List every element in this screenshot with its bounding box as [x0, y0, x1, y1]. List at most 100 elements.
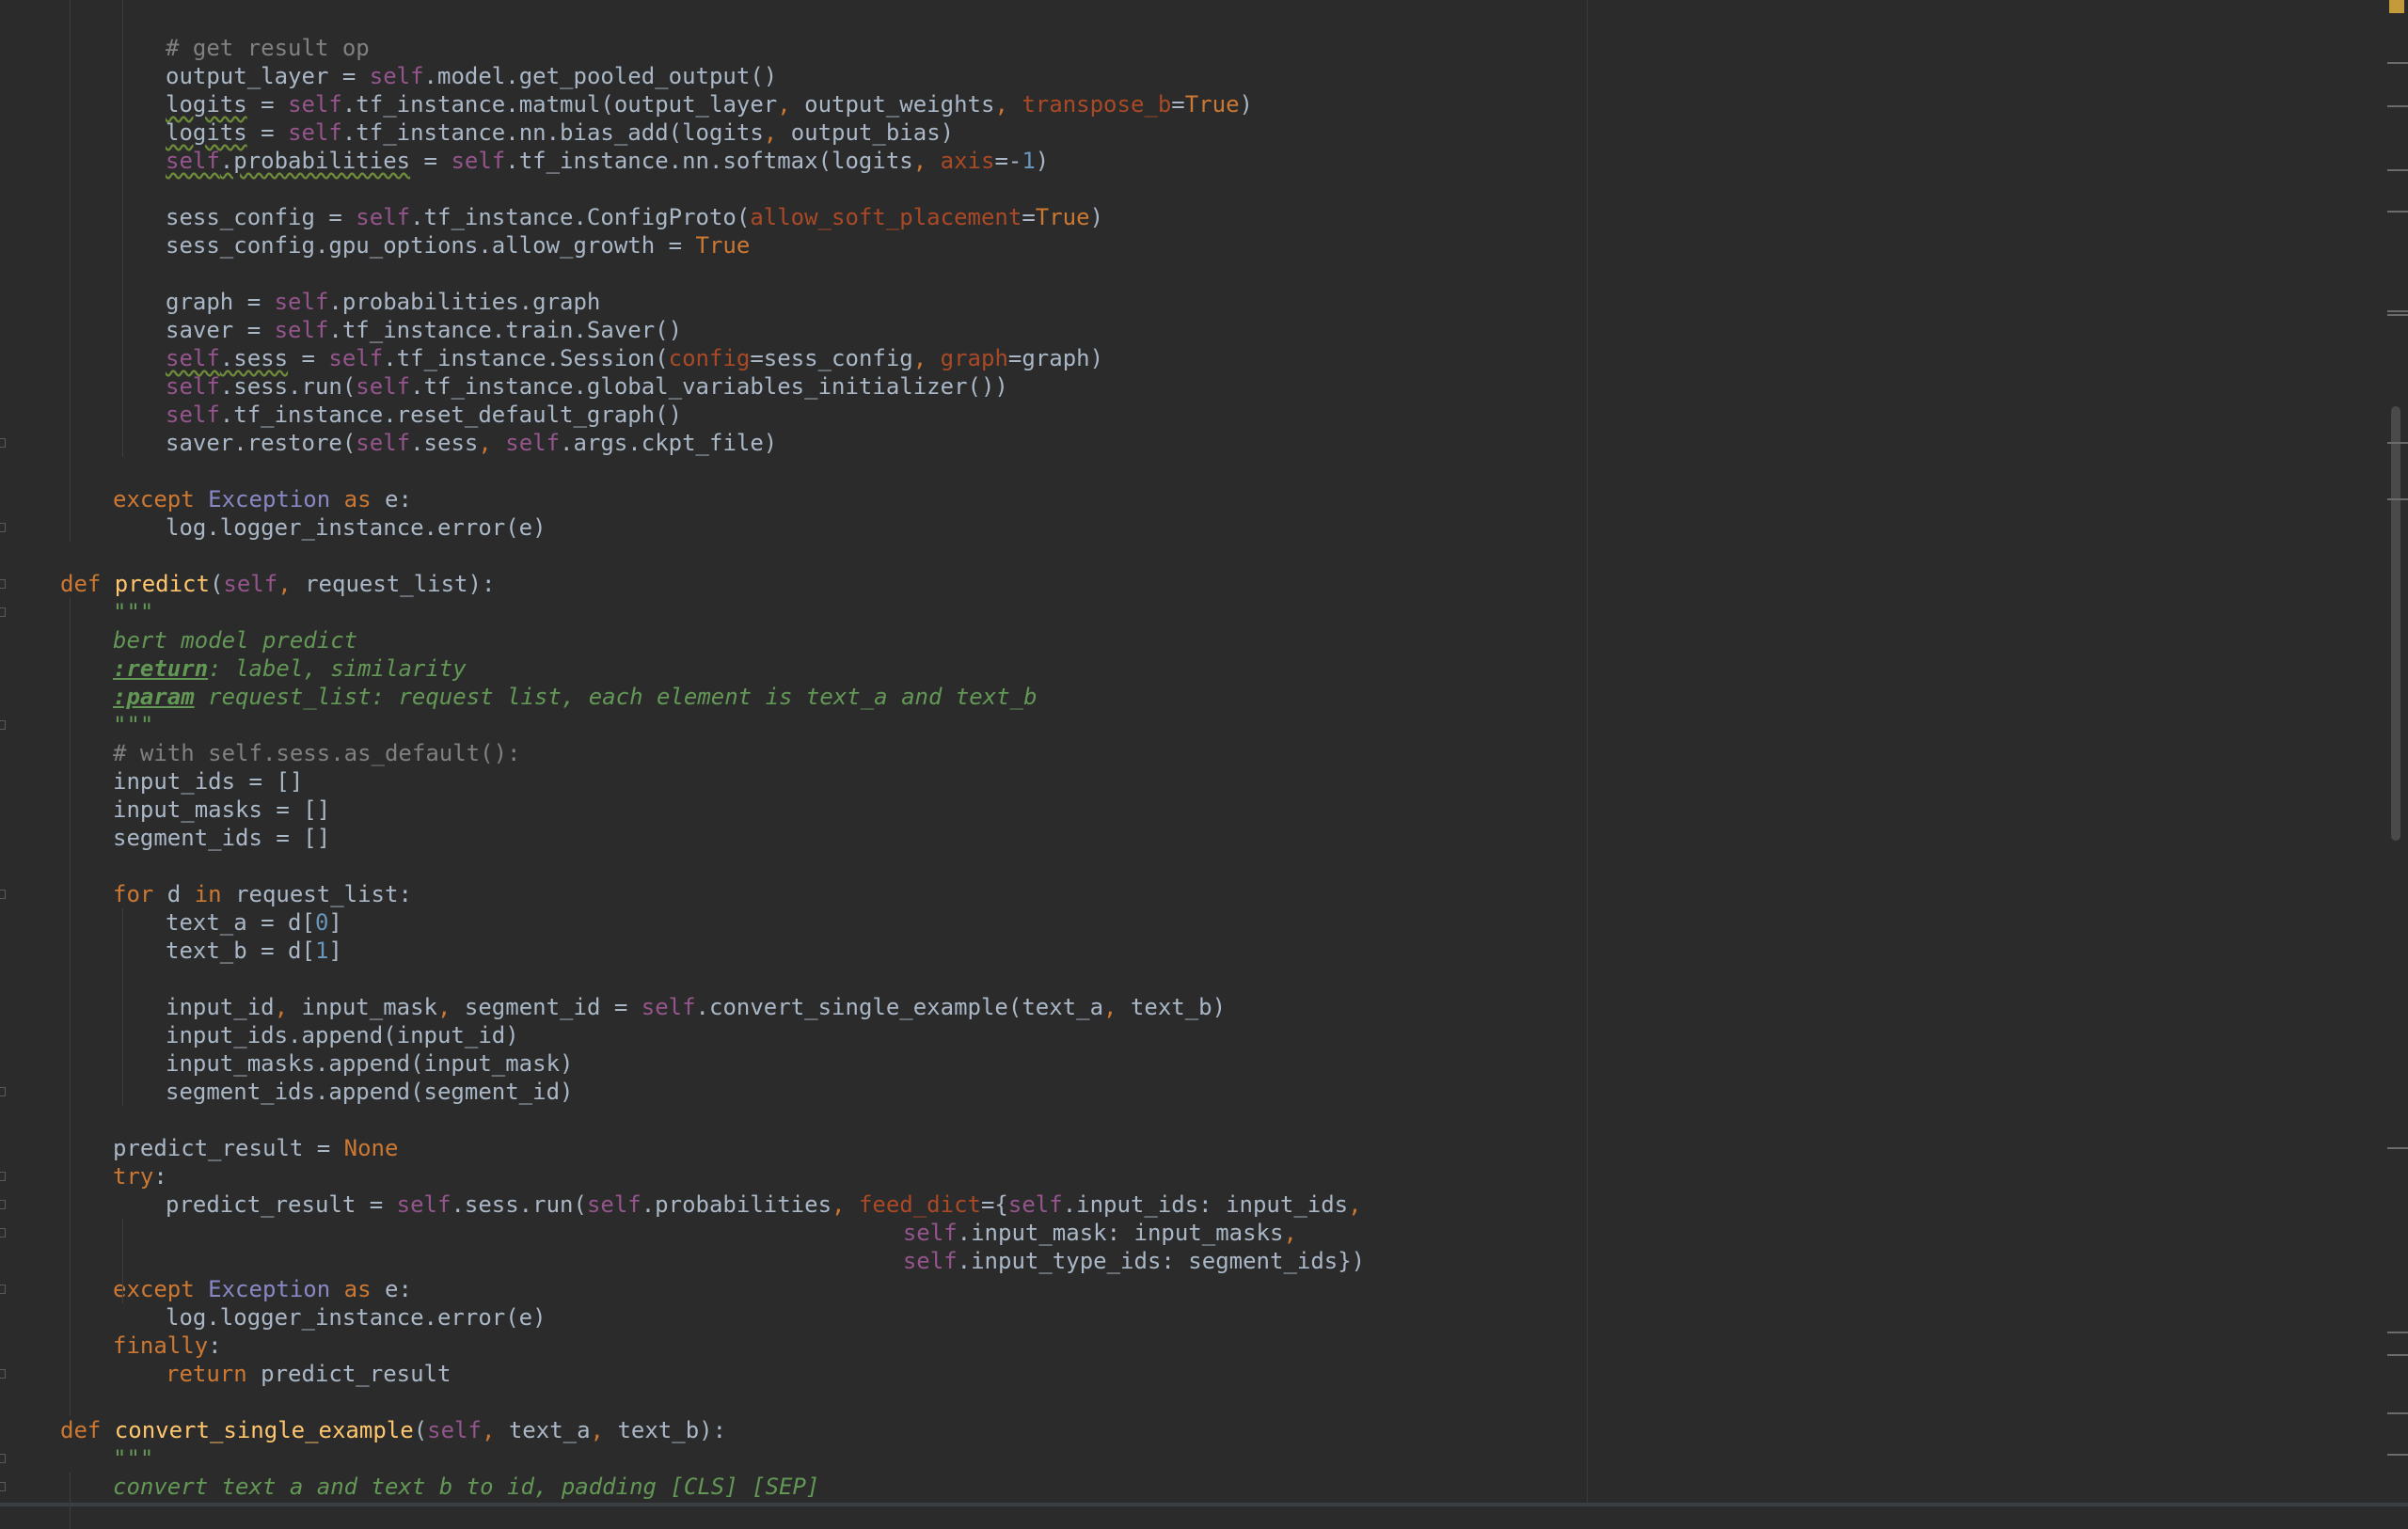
- code-line[interactable]: """: [113, 711, 153, 739]
- fold-marker-icon[interactable]: [0, 1482, 6, 1491]
- code-line[interactable]: predict_result = self.sess.run(self.prob…: [166, 1190, 1362, 1219]
- fold-marker-icon[interactable]: [0, 890, 6, 899]
- code-token: .sess: [410, 430, 479, 456]
- scrollbar-marker[interactable]: [2387, 211, 2408, 213]
- scrollbar-marker[interactable]: [2387, 1332, 2408, 1333]
- code-line[interactable]: sess_config = self.tf_instance.ConfigPro…: [166, 203, 1103, 231]
- scrollbar-marker[interactable]: [2387, 314, 2408, 316]
- code-line[interactable]: sess_config.gpu_options.allow_growth = T…: [166, 231, 750, 260]
- code-token: ]: [328, 909, 342, 936]
- code-token: =: [1022, 204, 1036, 230]
- code-line[interactable]: except Exception as e:: [113, 1275, 412, 1303]
- code-token: ,: [481, 1417, 496, 1443]
- fold-marker-icon[interactable]: [0, 523, 6, 532]
- code-line[interactable]: finally:: [113, 1332, 222, 1360]
- code-line[interactable]: for d in request_list:: [113, 880, 412, 908]
- code-line[interactable]: input_masks = []: [113, 796, 330, 824]
- code-line[interactable]: def convert_single_example(self, text_a,…: [60, 1416, 726, 1444]
- code-line[interactable]: self.input_type_ids: segment_ids}): [60, 1247, 1365, 1275]
- code-token: self: [274, 317, 329, 343]
- code-token: .sess: [219, 345, 289, 371]
- inspection-status-icon[interactable]: [2389, 0, 2404, 13]
- code-line[interactable]: predict_result = None: [113, 1134, 398, 1162]
- scrollbar-marker[interactable]: [2387, 62, 2408, 64]
- code-line[interactable]: # with self.sess.as_default():: [113, 739, 520, 767]
- code-line[interactable]: text_b = d[1]: [166, 937, 342, 965]
- code-line[interactable]: self.input_mask: input_masks,: [60, 1219, 1297, 1247]
- fold-marker-icon[interactable]: [0, 438, 6, 448]
- code-line[interactable]: text_a = d[0]: [166, 908, 342, 937]
- indent-guide: [122, 1219, 123, 1303]
- code-line[interactable]: log.logger_instance.error(e): [166, 513, 547, 542]
- fold-marker-icon[interactable]: [0, 1172, 6, 1181]
- code-line[interactable]: """: [113, 598, 153, 626]
- code-area[interactable]: # get result op output_layer = self.model…: [0, 0, 1580, 1529]
- code-line[interactable]: :param request_list: request list, each …: [113, 683, 1038, 711]
- code-line[interactable]: segment_ids.append(segment_id): [166, 1078, 573, 1106]
- code-token: in: [194, 881, 236, 907]
- code-line[interactable]: except Exception as e:: [113, 485, 412, 513]
- code-line[interactable]: self.tf_instance.reset_default_graph(): [166, 401, 682, 429]
- fold-marker-icon[interactable]: [0, 607, 6, 617]
- code-line[interactable]: self.sess.run(self.tf_instance.global_va…: [166, 372, 1008, 401]
- code-line[interactable]: logits = self.tf_instance.nn.bias_add(lo…: [166, 118, 954, 147]
- code-editor[interactable]: # get result op output_layer = self.model…: [0, 0, 2408, 1529]
- code-line[interactable]: try:: [113, 1162, 167, 1190]
- fold-marker-icon[interactable]: [0, 1087, 6, 1096]
- fold-marker-icon[interactable]: [0, 1200, 6, 1209]
- scrollbar-marker[interactable]: [2387, 105, 2408, 107]
- code-line[interactable]: log.logger_instance.error(e): [166, 1303, 547, 1332]
- fold-marker-icon[interactable]: [0, 1454, 6, 1463]
- code-line[interactable]: def predict(self, request_list):: [60, 570, 495, 598]
- code-token: e:: [385, 1276, 412, 1302]
- code-token: ,: [478, 430, 492, 456]
- code-token: allow_soft_placement: [750, 204, 1022, 230]
- scrollbar-marker[interactable]: [2387, 1454, 2408, 1456]
- fold-marker-icon[interactable]: [0, 720, 6, 730]
- code-line[interactable]: segment_ids = []: [113, 824, 330, 852]
- horizontal-scrollbar[interactable]: [0, 1503, 2408, 1506]
- code-line[interactable]: # get result op: [166, 34, 370, 62]
- code-line[interactable]: logits = self.tf_instance.matmul(output_…: [166, 90, 1253, 118]
- code-line[interactable]: convert text a and text b to id, padding…: [113, 1473, 819, 1501]
- code-line[interactable]: output_layer = self.model.get_pooled_out…: [166, 62, 777, 90]
- code-token: :: [208, 1332, 222, 1359]
- fold-marker-icon[interactable]: [0, 1369, 6, 1379]
- code-line[interactable]: self.probabilities = self.tf_instance.nn…: [166, 147, 1049, 175]
- code-token: self: [223, 571, 278, 597]
- fold-marker-icon[interactable]: [0, 1285, 6, 1294]
- scrollbar-marker[interactable]: [2387, 310, 2408, 312]
- code-token: .tf_instance.reset_default_graph(): [219, 402, 683, 428]
- code-token: text_b):: [604, 1417, 727, 1443]
- code-token: text_b = d[: [166, 938, 315, 964]
- code-line[interactable]: return predict_result: [166, 1360, 451, 1388]
- code-line[interactable]: input_id, input_mask, segment_id = self.…: [166, 993, 1226, 1021]
- scrollbar-thumb[interactable]: [2391, 406, 2400, 841]
- code-token: graph =: [166, 289, 275, 315]
- code-line[interactable]: saver = self.tf_instance.train.Saver(): [166, 316, 682, 344]
- scrollbar-marker[interactable]: [2387, 169, 2408, 171]
- code-token: sess_config.gpu_options.allow_growth =: [166, 232, 696, 259]
- fold-marker-icon[interactable]: [0, 1228, 6, 1237]
- code-token: self: [288, 91, 342, 118]
- code-token: .tf_instance.nn.bias_add(logits: [341, 119, 764, 146]
- code-line[interactable]: graph = self.probabilities.graph: [166, 288, 600, 316]
- scrollbar-marker[interactable]: [2387, 1412, 2408, 1414]
- scrollbar-marker[interactable]: [2387, 1354, 2408, 1356]
- code-line[interactable]: :return: label, similarity: [113, 654, 467, 683]
- code-token: text_a: [495, 1417, 591, 1443]
- code-token: ,: [277, 571, 292, 597]
- fold-marker-icon[interactable]: [0, 579, 6, 589]
- code-line[interactable]: saver.restore(self.sess, self.args.ckpt_…: [166, 429, 777, 457]
- scrollbar-marker[interactable]: [2387, 1147, 2408, 1149]
- code-line[interactable]: input_masks.append(input_mask): [166, 1049, 573, 1078]
- scrollbar-marker[interactable]: [2387, 498, 2408, 500]
- code-line[interactable]: bert model predict: [113, 626, 357, 654]
- code-line[interactable]: """: [113, 1444, 153, 1473]
- code-line[interactable]: self.sess = self.tf_instance.Session(con…: [166, 344, 1103, 372]
- code-line[interactable]: input_ids.append(input_id): [166, 1021, 519, 1049]
- code-token: self: [356, 373, 411, 400]
- code-line[interactable]: input_ids = []: [113, 767, 303, 796]
- scrollbar-marker[interactable]: [2387, 442, 2408, 444]
